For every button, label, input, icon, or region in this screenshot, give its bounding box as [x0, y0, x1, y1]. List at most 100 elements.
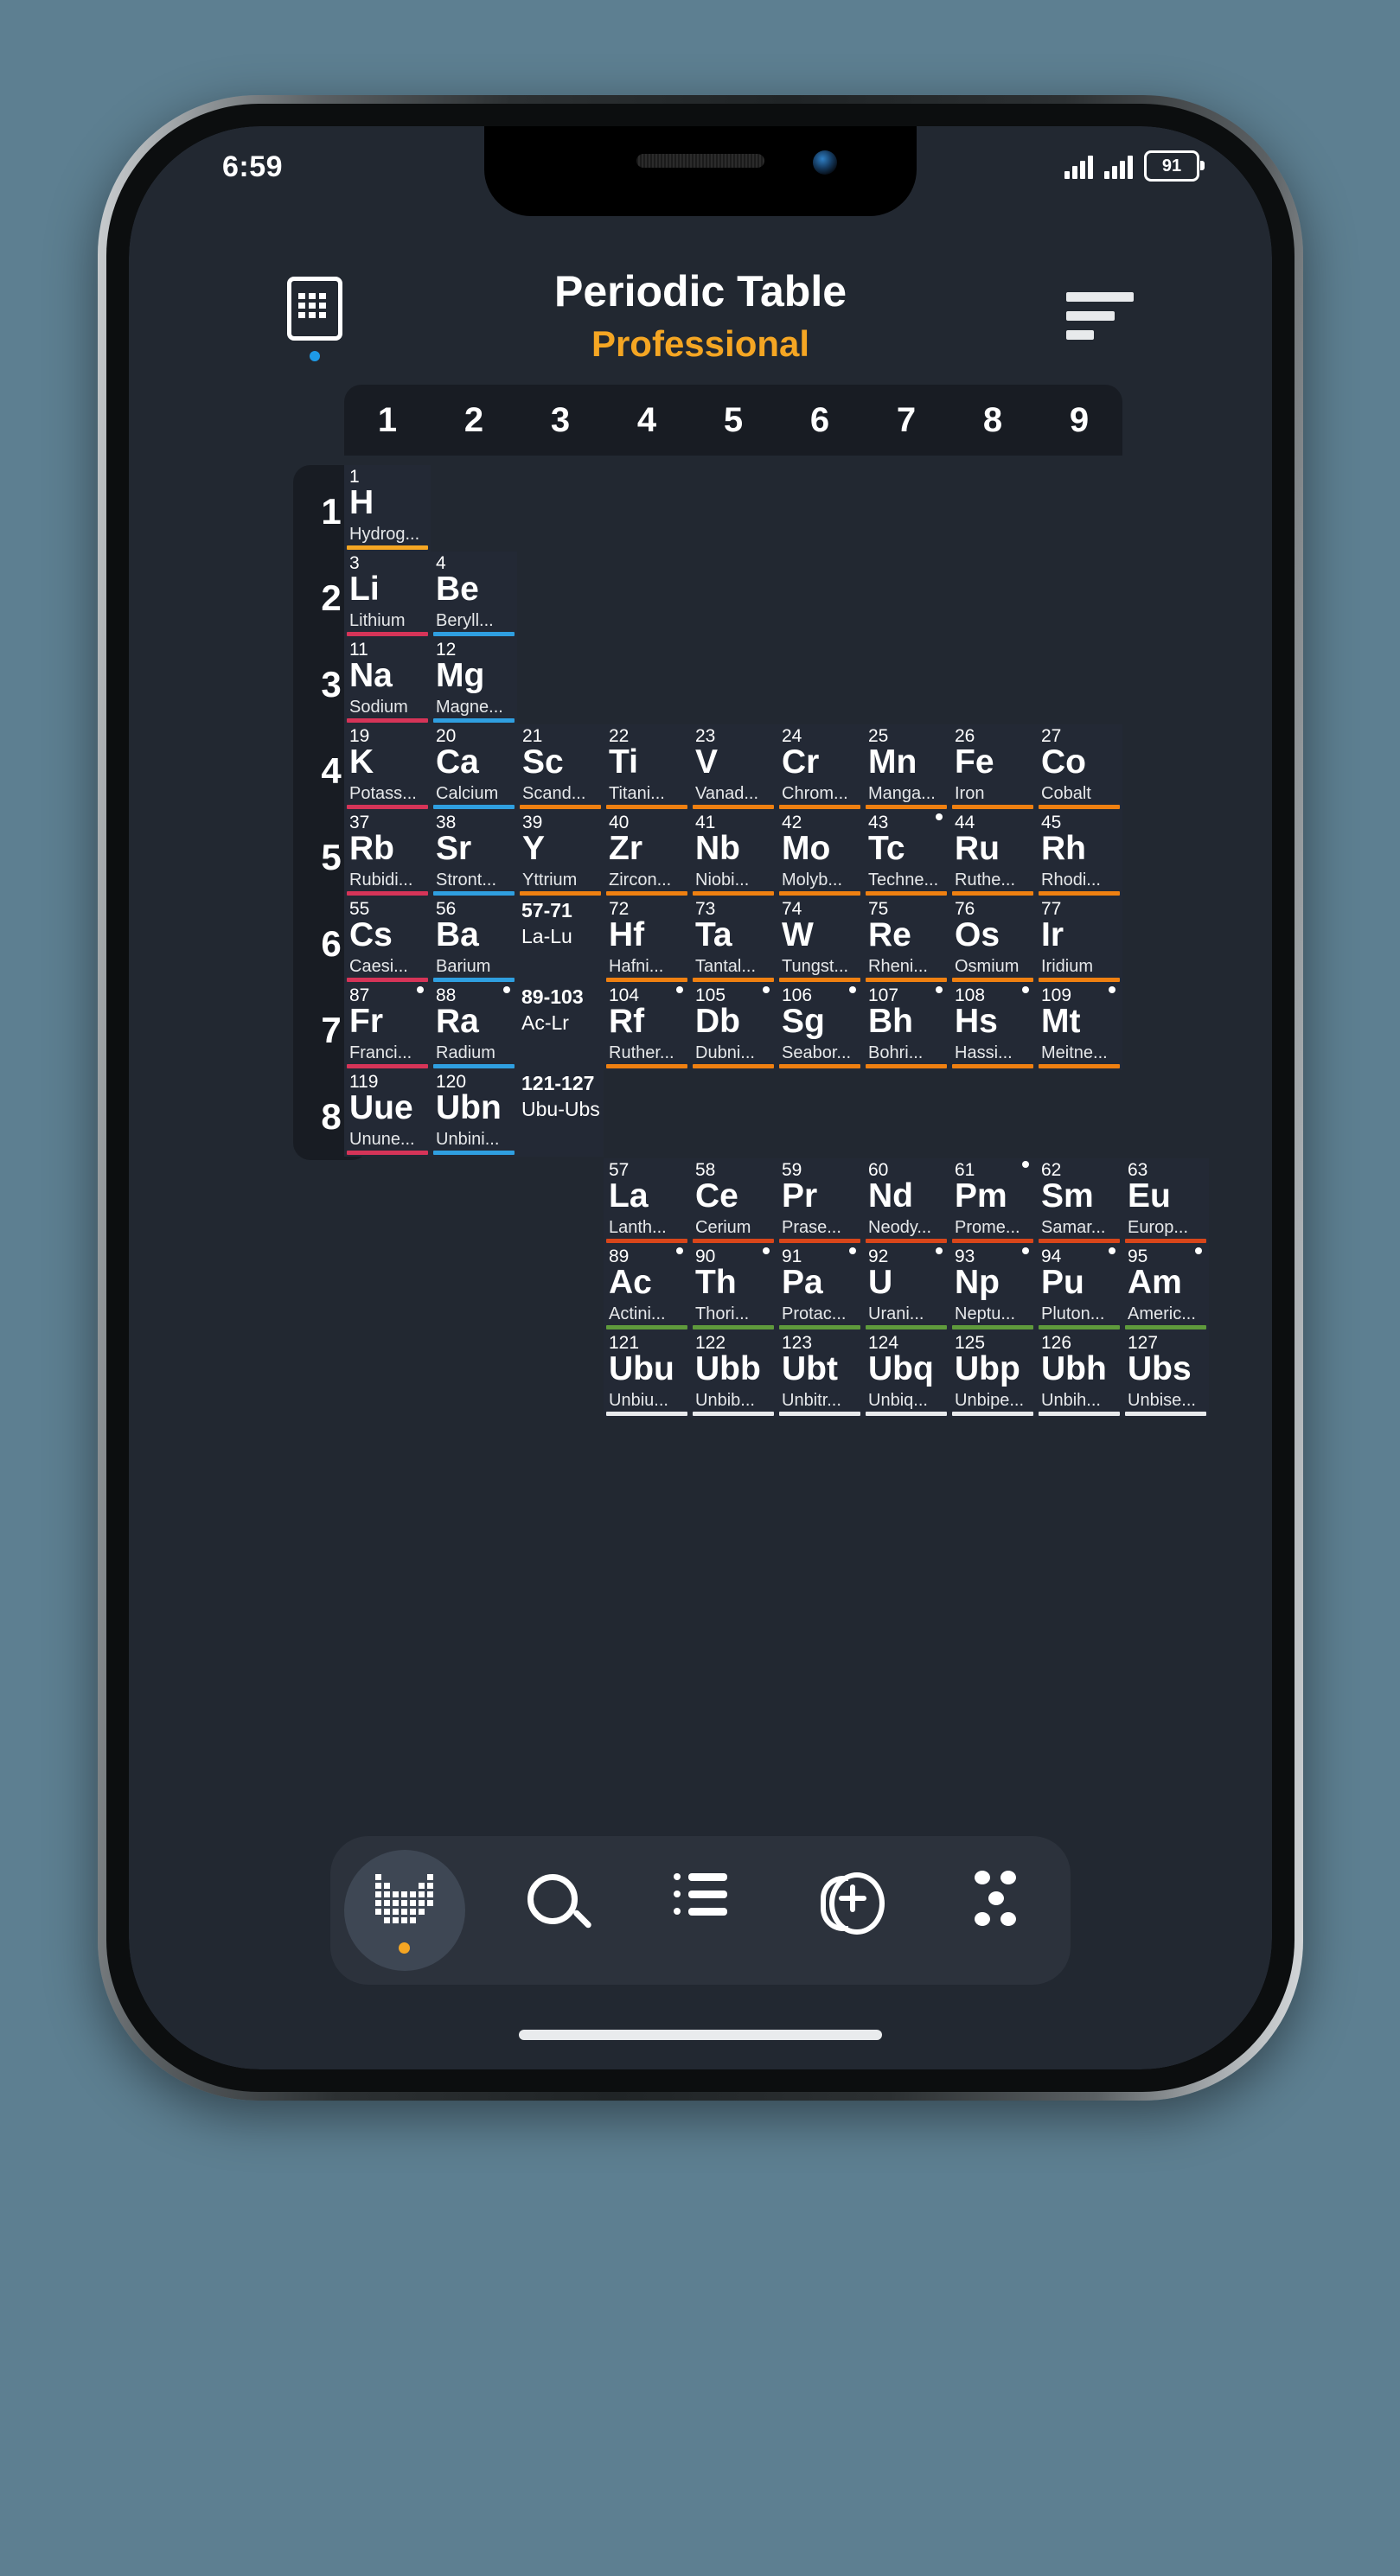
element-cell-Np[interactable]: 93 Np Neptu...: [949, 1245, 1036, 1331]
element-cell-V[interactable]: 23 V Vanad...: [690, 724, 777, 811]
element-cell-Co[interactable]: 27 Co Cobalt: [1036, 724, 1122, 811]
nav-periodic-table[interactable]: [330, 1836, 478, 1985]
nav-list[interactable]: [626, 1836, 774, 1985]
element-cell-Sg[interactable]: 106 Sg Seabor...: [777, 984, 863, 1070]
element-cell-Be[interactable]: 4 Be Beryll...: [431, 552, 517, 638]
element-cell-Hs[interactable]: 108 Hs Hassi...: [949, 984, 1036, 1070]
column-header-8[interactable]: 8: [949, 401, 1036, 440]
element-cell-Fe[interactable]: 26 Fe Iron: [949, 724, 1036, 811]
element-cell-Pu[interactable]: 94 Pu Pluton...: [1036, 1245, 1122, 1331]
atomic-number: 95: [1128, 1247, 1148, 1266]
category-bar: [952, 1325, 1033, 1329]
main-block: 1 H Hydrog... 3 Li Lithium 4 Be Beryll... 11 Na Sod…: [344, 465, 1122, 1157]
element-cell-Na[interactable]: 11 Na Sodium: [344, 638, 431, 724]
atomic-number: 127: [1128, 1333, 1159, 1353]
element-cell-Ubb[interactable]: 122 Ubb Unbib...: [690, 1331, 777, 1418]
element-cell-Bh[interactable]: 107 Bh Bohri...: [863, 984, 949, 1070]
element-name: Unbiu...: [609, 1392, 668, 1409]
element-cell-Ubt[interactable]: 123 Ubt Unbitr...: [777, 1331, 863, 1418]
atomic-number: 25: [868, 726, 889, 746]
column-header-1[interactable]: 1: [344, 401, 431, 440]
element-cell-Ir[interactable]: 77 Ir Iridium: [1036, 897, 1122, 984]
periodic-table: 123456789 12345678 1 H Hydrog... 3 Li Lithium…: [129, 385, 1272, 2069]
element-cell-Ru[interactable]: 44 Ru Ruthe...: [949, 811, 1036, 897]
element-cell-Mg[interactable]: 12 Mg Magne...: [431, 638, 517, 724]
element-cell-La[interactable]: 57 La Lanth...: [604, 1158, 690, 1245]
placeholder-cell-La-Lu[interactable]: 57-71 La-Lu: [517, 897, 604, 984]
element-cell-Ubs[interactable]: 127 Ubs Unbise...: [1122, 1331, 1209, 1418]
element-symbol: La: [609, 1177, 649, 1215]
element-cell-Ac[interactable]: 89 Ac Actini...: [604, 1245, 690, 1331]
element-cell-Db[interactable]: 105 Db Dubni...: [690, 984, 777, 1070]
element-cell-Am[interactable]: 95 Am Americ...: [1122, 1245, 1209, 1331]
element-cell-Pa[interactable]: 91 Pa Protac...: [777, 1245, 863, 1331]
element-symbol: Mg: [436, 657, 485, 694]
placeholder-cell-Ubu-Ubs[interactable]: 121-127 Ubu-Ubs: [517, 1070, 604, 1157]
element-cell-Ti[interactable]: 22 Ti Titani...: [604, 724, 690, 811]
element-cell-Ubh[interactable]: 126 Ubh Unbih...: [1036, 1331, 1122, 1418]
element-cell-Mt[interactable]: 109 Mt Meitne...: [1036, 984, 1122, 1070]
element-cell-W[interactable]: 74 W Tungst...: [777, 897, 863, 984]
empty-cell: [517, 552, 604, 638]
column-header-2[interactable]: 2: [431, 401, 517, 440]
element-cell-Y[interactable]: 39 Y Yttrium: [517, 811, 604, 897]
column-header-6[interactable]: 6: [777, 401, 863, 440]
nav-molecules-dots[interactable]: [923, 1836, 1071, 1985]
element-cell-Ra[interactable]: 88 Ra Radium: [431, 984, 517, 1070]
element-name: Americ...: [1128, 1305, 1196, 1323]
element-cell-Ubn[interactable]: 120 Ubn Unbini...: [431, 1070, 517, 1157]
element-cell-U[interactable]: 92 U Urani...: [863, 1245, 949, 1331]
element-cell-Rb[interactable]: 37 Rb Rubidi...: [344, 811, 431, 897]
element-cell-Th[interactable]: 90 Th Thori...: [690, 1245, 777, 1331]
element-cell-Eu[interactable]: 63 Eu Europ...: [1122, 1158, 1209, 1245]
element-cell-Nb[interactable]: 41 Nb Niobi...: [690, 811, 777, 897]
element-cell-Mo[interactable]: 42 Mo Molyb...: [777, 811, 863, 897]
element-cell-Rf[interactable]: 104 Rf Ruther...: [604, 984, 690, 1070]
nav-search[interactable]: [478, 1836, 626, 1985]
element-cell-Ubp[interactable]: 125 Ubp Unbipe...: [949, 1331, 1036, 1418]
element-cell-Tc[interactable]: 43 Tc Techne...: [863, 811, 949, 897]
column-header-3[interactable]: 3: [517, 401, 604, 440]
column-header-4[interactable]: 4: [604, 401, 690, 440]
element-cell-Sr[interactable]: 38 Sr Stront...: [431, 811, 517, 897]
column-header-7[interactable]: 7: [863, 401, 949, 440]
element-cell-Ba[interactable]: 56 Ba Barium: [431, 897, 517, 984]
element-cell-Hf[interactable]: 72 Hf Hafni...: [604, 897, 690, 984]
element-cell-Zr[interactable]: 40 Zr Zircon...: [604, 811, 690, 897]
element-cell-Fr[interactable]: 87 Fr Franci...: [344, 984, 431, 1070]
sort-button[interactable]: [1066, 292, 1134, 349]
element-cell-Cs[interactable]: 55 Cs Caesi...: [344, 897, 431, 984]
battery-icon: 91: [1144, 150, 1205, 182]
element-name: Franci...: [349, 1044, 412, 1062]
element-cell-Uue[interactable]: 119 Uue Unune...: [344, 1070, 431, 1157]
empty-cell: [949, 552, 1036, 638]
element-cell-Rh[interactable]: 45 Rh Rhodi...: [1036, 811, 1122, 897]
element-symbol: Rb: [349, 830, 394, 867]
element-cell-Mn[interactable]: 25 Mn Manga...: [863, 724, 949, 811]
element-cell-Nd[interactable]: 60 Nd Neody...: [863, 1158, 949, 1245]
home-indicator[interactable]: [519, 2030, 882, 2040]
column-header-9[interactable]: 9: [1036, 401, 1122, 440]
placeholder-cell-Ac-Lr[interactable]: 89-103 Ac-Lr: [517, 984, 604, 1070]
element-cell-Sm[interactable]: 62 Sm Samar...: [1036, 1158, 1122, 1245]
element-cell-Os[interactable]: 76 Os Osmium: [949, 897, 1036, 984]
element-cell-Ubq[interactable]: 124 Ubq Unbiq...: [863, 1331, 949, 1418]
element-name: Unune...: [349, 1131, 415, 1148]
element-cell-K[interactable]: 19 K Potass...: [344, 724, 431, 811]
atomic-number: 62: [1041, 1160, 1062, 1180]
element-cell-Ta[interactable]: 73 Ta Tantal...: [690, 897, 777, 984]
element-cell-Cr[interactable]: 24 Cr Chrom...: [777, 724, 863, 811]
element-cell-Re[interactable]: 75 Re Rheni...: [863, 897, 949, 984]
element-cell-H[interactable]: 1 H Hydrog...: [344, 465, 431, 552]
nav-atom-plus[interactable]: [775, 1836, 923, 1985]
element-cell-Pr[interactable]: 59 Pr Prase...: [777, 1158, 863, 1245]
element-cell-Ce[interactable]: 58 Ce Cerium: [690, 1158, 777, 1245]
element-cell-Li[interactable]: 3 Li Lithium: [344, 552, 431, 638]
element-cell-Ca[interactable]: 20 Ca Calcium: [431, 724, 517, 811]
atomic-number: 104: [609, 985, 640, 1005]
category-bar: [606, 1412, 687, 1416]
element-cell-Ubu[interactable]: 121 Ubu Unbiu...: [604, 1331, 690, 1418]
element-cell-Sc[interactable]: 21 Sc Scand...: [517, 724, 604, 811]
column-header-5[interactable]: 5: [690, 401, 777, 440]
element-cell-Pm[interactable]: 61 Pm Prome...: [949, 1158, 1036, 1245]
